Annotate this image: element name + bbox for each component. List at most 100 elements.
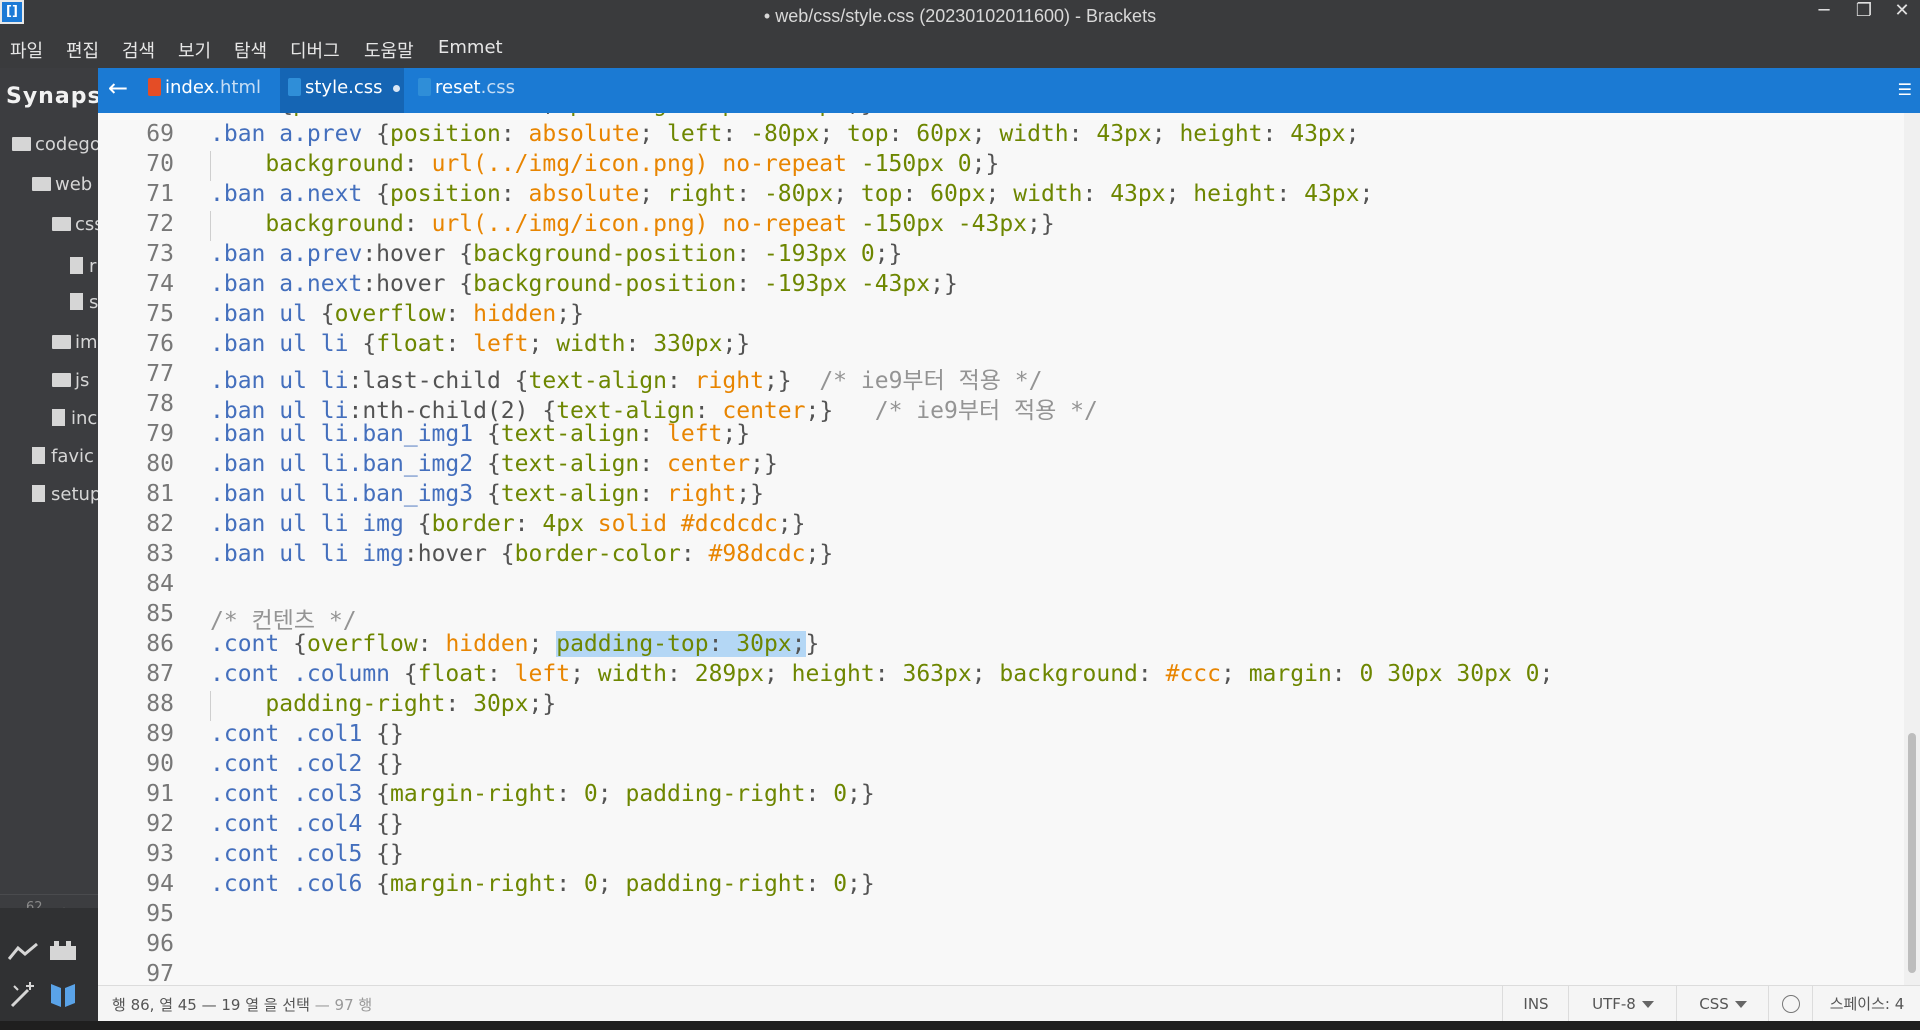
sidebar-divider <box>0 894 98 895</box>
line-number: 77 <box>146 361 174 387</box>
tree-file-reset[interactable]: r <box>70 256 96 277</box>
tree-file-setup[interactable]: setup <box>32 484 98 505</box>
insert-mode-toggle[interactable]: INS <box>1502 986 1569 1022</box>
line-number: 68 <box>98 113 174 117</box>
menu-edit[interactable]: 편집 <box>66 37 99 63</box>
code-text[interactable]: .cont .col1 {} <box>210 721 404 747</box>
line-number: 87 <box>146 661 174 687</box>
code-text[interactable]: background: url(../img/icon.png) no-repe… <box>210 151 999 177</box>
title-bar: [] • web/css/style.css (20230102011600) … <box>0 0 1920 31</box>
tree-label: web <box>55 174 93 195</box>
code-text[interactable]: .ban a.next:hover {background-position: … <box>210 271 958 297</box>
code-text[interactable]: .cont .col2 {} <box>210 751 404 777</box>
tree-file-style[interactable]: s <box>70 292 98 313</box>
menu-emmet[interactable]: Emmet <box>438 37 503 58</box>
file-icon <box>70 293 83 310</box>
tree-folder-css[interactable]: css <box>52 214 98 235</box>
line-number: 75 <box>146 301 174 327</box>
code-text[interactable]: /* 컨텐츠 */ <box>210 601 357 635</box>
code-text[interactable]: .ban {position: relative; padding: 24px … <box>210 113 875 117</box>
code-text[interactable]: .cont .col6 {margin-right: 0; padding-ri… <box>210 871 875 897</box>
code-text[interactable]: .cont .col3 {margin-right: 0; padding-ri… <box>210 781 875 807</box>
code-text[interactable]: .ban a.prev {position: absolute; left: -… <box>210 121 1359 147</box>
selection-info: 행 86, 열 45 — 19 열 을 선택 <box>112 996 310 1014</box>
tab-label: index <box>165 77 215 98</box>
code-text[interactable]: .ban ul li:last-child {text-align: right… <box>210 361 1042 395</box>
tab-extension: .html <box>214 77 261 98</box>
code-text[interactable]: .ban ul li.ban_img3 {text-align: right;} <box>210 481 764 507</box>
code-editor[interactable]: 68 .ban {position: relative; padding: 24p… <box>98 113 1904 985</box>
line-number: 71 <box>146 181 174 207</box>
tree-folder-web[interactable]: web <box>32 174 92 195</box>
code-text[interactable]: .cont .col5 {} <box>210 841 404 867</box>
menu-find[interactable]: 검색 <box>122 37 155 63</box>
encoding-select[interactable]: UTF-8 <box>1568 986 1677 1022</box>
live-preview-icon[interactable] <box>8 942 38 962</box>
code-text[interactable]: padding-right: 30px;} <box>210 691 556 717</box>
code-text[interactable]: .ban ul li.ban_img1 {text-align: left;} <box>210 421 750 447</box>
tree-label: js <box>75 370 90 391</box>
line-number: 88 <box>146 691 174 717</box>
tree-label: favic <box>51 446 94 467</box>
line-number: 84 <box>146 571 174 597</box>
tree-label: s <box>89 292 98 313</box>
project-sidebar: Synapse codego web css r s im js inc fav… <box>0 68 98 1030</box>
code-text[interactable]: .cont .col4 {} <box>210 811 404 837</box>
line-number: 83 <box>146 541 174 567</box>
tree-label: setup <box>51 484 98 505</box>
tab-style-css[interactable]: style.css <box>280 68 404 113</box>
tree-file-index[interactable]: inc <box>52 408 97 429</box>
language-select[interactable]: CSS <box>1676 986 1769 1022</box>
sidebar-toolbar <box>0 908 98 1030</box>
tree-label: css <box>75 214 98 235</box>
tab-reset-css[interactable]: reset.css <box>410 68 534 113</box>
line-number: 72 <box>146 211 174 237</box>
code-text[interactable]: .ban ul li.ban_img2 {text-align: center;… <box>210 451 778 477</box>
tree-folder-codego[interactable]: codego <box>12 134 98 155</box>
code-text[interactable]: .cont .column {float: left; width: 289px… <box>210 661 1553 687</box>
code-text[interactable]: background: url(../img/icon.png) no-repe… <box>210 211 1054 237</box>
menu-icon[interactable]: ☰ <box>1898 80 1912 99</box>
line-number: 81 <box>146 481 174 507</box>
code-text[interactable]: .ban ul li img:hover {border-color: #98d… <box>210 541 833 567</box>
restore-button[interactable]: ❐ <box>1846 0 1882 24</box>
tree-label: im <box>75 332 98 353</box>
menu-file[interactable]: 파일 <box>10 37 43 63</box>
project-title[interactable]: Synapse <box>6 84 98 109</box>
indent-setting[interactable]: 스페이스: 4 <box>1812 986 1920 1022</box>
line-number: 82 <box>146 511 174 537</box>
book-icon[interactable] <box>48 980 78 1010</box>
code-text[interactable]: .ban a.prev:hover {background-position: … <box>210 241 902 267</box>
code-text[interactable]: .ban ul li:nth-child(2) {text-align: cen… <box>210 391 1098 425</box>
menu-view[interactable]: 보기 <box>178 37 211 63</box>
html5-icon <box>148 78 161 96</box>
linter-status[interactable] <box>1768 986 1813 1022</box>
code-text[interactable]: .ban ul li {float: left; width: 330px;} <box>210 331 750 357</box>
folder-icon <box>52 335 71 349</box>
css3-icon <box>288 78 301 96</box>
menu-help[interactable]: 도움말 <box>364 37 414 63</box>
tree-folder-img[interactable]: im <box>52 332 98 353</box>
scrollbar-thumb[interactable] <box>1908 733 1916 973</box>
line-number: 78 <box>146 391 174 417</box>
line-number: 86 <box>146 631 174 657</box>
tab-label: style <box>305 77 349 98</box>
back-arrow-icon[interactable]: ← <box>108 74 128 102</box>
minimize-button[interactable]: ─ <box>1806 0 1842 24</box>
code-text[interactable]: .ban ul {overflow: hidden;} <box>210 301 584 327</box>
menu-navigate[interactable]: 탐색 <box>234 37 267 63</box>
extension-manager-icon[interactable] <box>48 938 78 962</box>
menu-debug[interactable]: 디버그 <box>290 37 340 63</box>
caret-down-icon <box>1734 1001 1747 1008</box>
tree-file-favicon[interactable]: favic <box>32 446 94 467</box>
close-button[interactable]: ✕ <box>1884 0 1920 24</box>
wand-icon[interactable] <box>8 980 38 1010</box>
code-text[interactable]: .cont {overflow: hidden; padding-top: 30… <box>210 631 819 657</box>
line-number: 96 <box>146 931 174 957</box>
code-text[interactable]: .ban a.next {position: absolute; right: … <box>210 181 1373 207</box>
tab-index-html[interactable]: index.html <box>140 68 280 113</box>
line-number: 91 <box>146 781 174 807</box>
tree-folder-js[interactable]: js <box>52 370 89 391</box>
menu-bar: 파일 편집 검색 보기 탐색 디버그 도움말 Emmet <box>0 31 1920 68</box>
code-text[interactable]: .ban ul li img {border: 4px solid #dcdcd… <box>210 511 806 537</box>
